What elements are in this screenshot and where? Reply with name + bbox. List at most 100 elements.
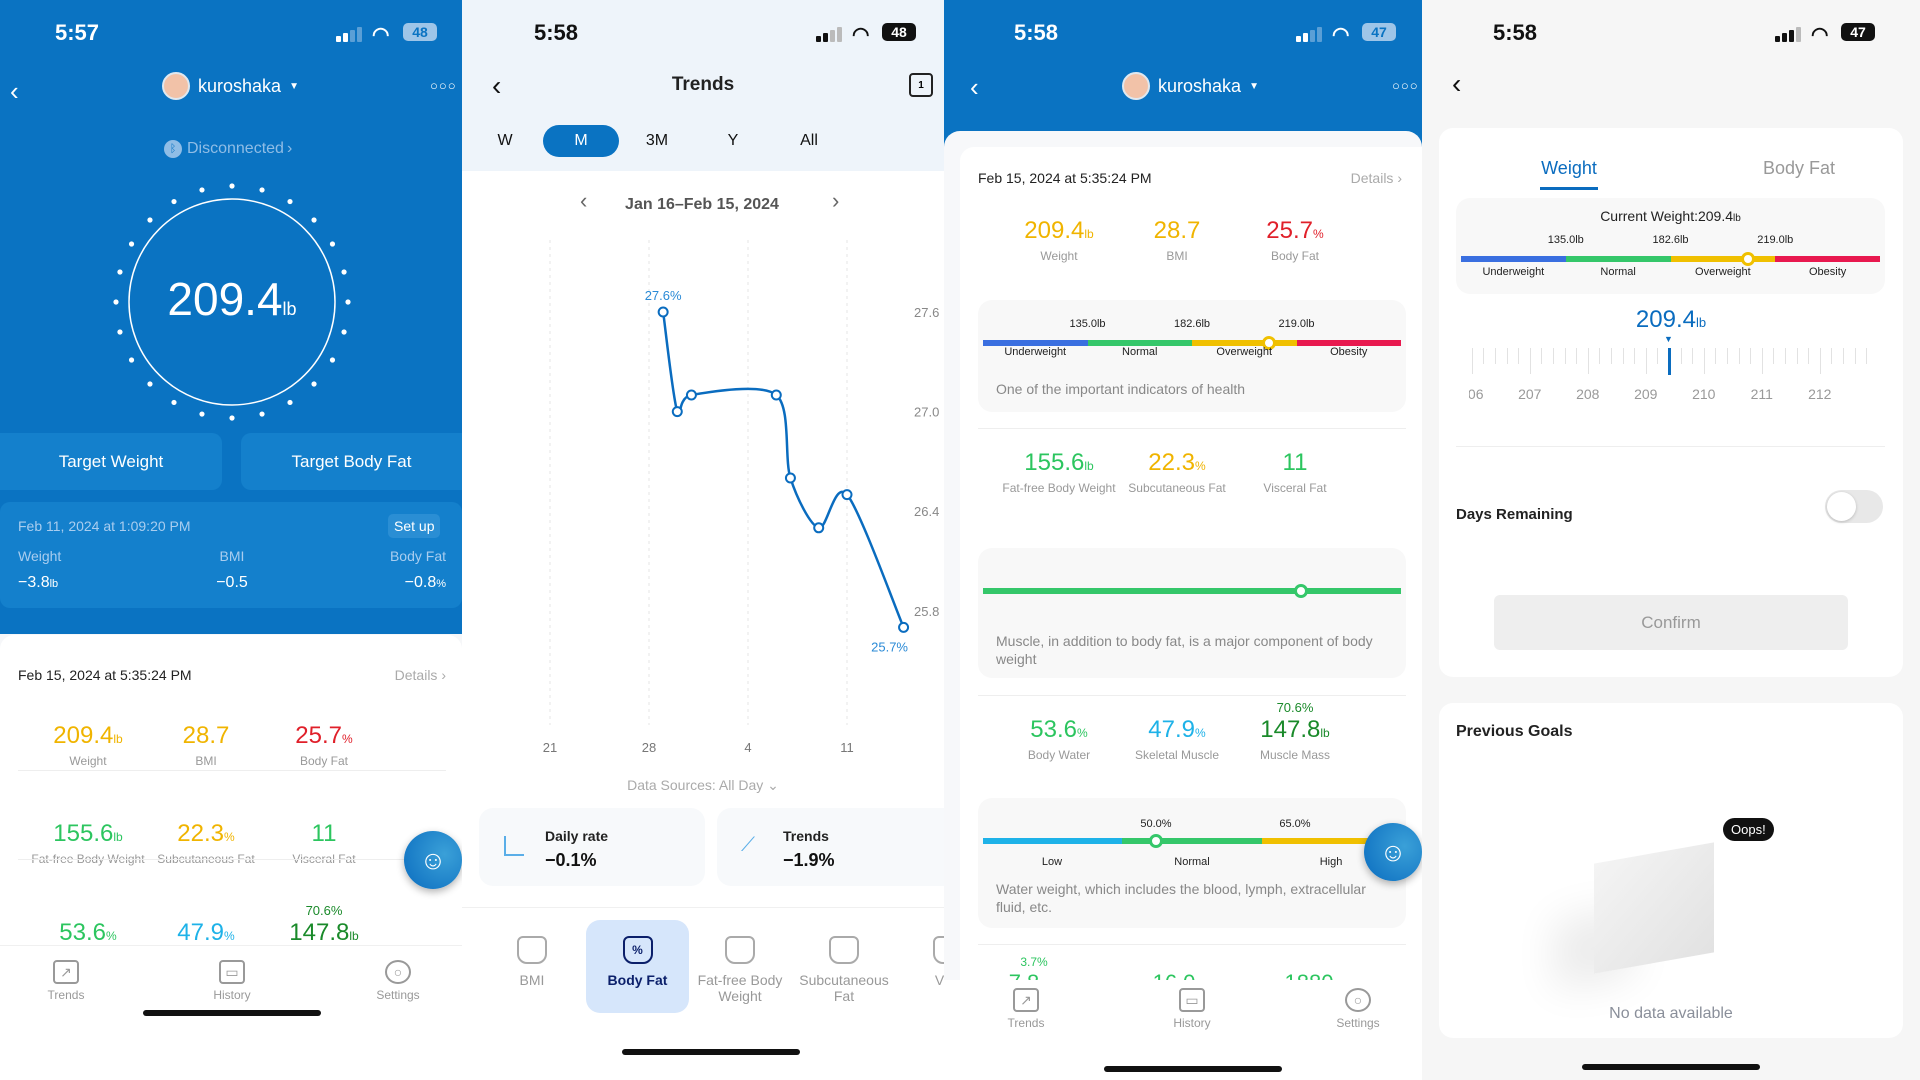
nav-settings[interactable]: ○ Settings	[348, 960, 448, 1002]
data-point[interactable]	[685, 389, 697, 401]
ruler-tick	[1483, 348, 1485, 364]
home-screen-1: 5:57 ◠ 48 ‹ kuroshaka ▼ ○○○ ᛒ Disconnect…	[0, 0, 462, 1080]
data-sources-dropdown[interactable]: Data Sources: All Day ⌄	[462, 777, 944, 794]
metric-body-fat[interactable]: 25.7% Body Fat	[254, 723, 394, 769]
trends-icon: ↗	[53, 960, 79, 984]
ruler-tick	[1843, 348, 1844, 364]
tab-weight[interactable]: Weight	[1509, 158, 1629, 190]
wifi-icon: ◠	[372, 24, 390, 46]
y-tick-label: 27.0	[914, 405, 939, 420]
scale-tick: 135.0lb	[1069, 318, 1106, 330]
settings-icon: ○	[385, 960, 411, 984]
battery-indicator: 47	[1841, 23, 1875, 41]
weight-range-bar	[1461, 256, 1880, 262]
metric-muscle-mass[interactable]: 70.6%147.8lbMuscle Mass	[1225, 700, 1365, 762]
scale-tick: 182.6lb	[1652, 234, 1689, 246]
data-point[interactable]	[784, 472, 796, 484]
data-point[interactable]	[657, 306, 669, 318]
empty-box-illustration	[1594, 842, 1714, 974]
wifi-icon: ◠	[1332, 24, 1350, 46]
dial-dot	[329, 357, 336, 363]
ruler-tick	[1796, 348, 1798, 364]
metric-tab-visc[interactable]: Visc	[898, 920, 944, 1013]
dial-dot	[128, 357, 135, 363]
bottom-nav: ↗ Trends ▭ History ○ Settings	[0, 945, 462, 1080]
ruler-tick	[1529, 348, 1531, 374]
user-switcher[interactable]: kuroshaka ▼	[162, 72, 299, 100]
settings-icon: ○	[1345, 988, 1371, 1012]
user-switcher[interactable]: kuroshaka ▼	[1122, 72, 1259, 100]
metric-tab-subcutaneous-fat[interactable]: Subcutaneous Fat	[794, 920, 894, 1013]
y-tick-label: 27.6	[914, 305, 939, 320]
target-weight-button[interactable]: Target Weight	[0, 433, 222, 490]
back-button[interactable]: ‹	[970, 72, 979, 103]
connection-status[interactable]: ᛒ Disconnected ›	[164, 140, 292, 158]
details-link[interactable]: Details ›	[1351, 170, 1402, 186]
ruler-tick	[1541, 348, 1543, 364]
goal-card: Weight Body Fat Current Weight:209.4lb 1…	[1439, 128, 1903, 677]
details-link[interactable]: Details ›	[395, 667, 446, 683]
trends-summary-card: ⟋ Trends −1.9%	[717, 808, 944, 886]
confirm-button[interactable]: Confirm	[1494, 595, 1848, 650]
nav-history[interactable]: ▭ History	[182, 960, 282, 1002]
goal-col-bmi: BMI −0.5	[216, 548, 248, 591]
current-weight-label: Current Weight:209.4lb	[1600, 208, 1741, 224]
status-time: 5:58	[1014, 20, 1059, 45]
ruler-indicator	[1668, 348, 1671, 375]
body-fat-trend-chart: 21 28 4 11 27.6 27.0 26.4 25.8 27.6% 25.7%	[543, 240, 939, 755]
assistant-bot-button[interactable]: ☺	[1364, 823, 1422, 881]
water-range-popup: 50.0% 65.0% Low Normal High Water weight…	[978, 798, 1406, 928]
record-date: Feb 15, 2024 at 5:35:24 PM	[18, 667, 192, 683]
tab-body-fat[interactable]: Body Fat	[1729, 158, 1869, 179]
battery-indicator: 47	[1362, 23, 1396, 41]
dial-dot	[229, 415, 235, 421]
nav-trends[interactable]: ↗ Trends	[976, 988, 1076, 1030]
more-icon[interactable]: ○○○	[1392, 78, 1419, 93]
ruler-label: 211	[1750, 386, 1773, 402]
metric-tab-body-fat[interactable]: % Body Fat	[586, 920, 689, 1013]
dial-dot	[117, 329, 123, 335]
goal-progress-card: Feb 11, 2024 at 1:09:20 PM Set up Weight…	[0, 502, 462, 608]
more-icon[interactable]: ○○○	[430, 78, 457, 93]
trends-screen: 5:58 ◠ 48 ‹ Trends 1 W M 3M Y All ‹ Jan 16–F…	[462, 0, 944, 1080]
user-name: kuroshaka	[1158, 75, 1242, 96]
data-point[interactable]	[898, 621, 910, 633]
nav-history[interactable]: ▭ History	[1142, 988, 1242, 1030]
caret-down-icon: ▼	[1249, 80, 1259, 92]
status-time: 5:57	[55, 20, 100, 45]
metric-tab-fat-free-body-weight[interactable]: Fat-free Body Weight	[690, 920, 790, 1013]
data-point[interactable]	[770, 389, 782, 401]
setup-button[interactable]: Set up	[388, 514, 441, 538]
data-point[interactable]	[813, 522, 825, 534]
y-tick-label: 26.4	[914, 504, 939, 519]
scale-label: Obesity	[1330, 346, 1368, 358]
dial-dot	[128, 241, 135, 247]
weight-ruler-slider[interactable]: 206 207 208 209 210 211 212	[1469, 348, 1869, 408]
assistant-bot-button[interactable]: ☺	[404, 831, 462, 889]
metric-tab-icon	[933, 936, 944, 964]
dial-dot	[147, 217, 153, 223]
nav-settings[interactable]: ○ Settings	[1308, 988, 1408, 1030]
goal-date: Feb 11, 2024 at 1:09:20 PM	[18, 518, 191, 534]
back-button[interactable]: ‹	[10, 76, 19, 107]
data-point[interactable]	[841, 489, 853, 501]
back-button[interactable]: ‹	[1452, 68, 1461, 100]
previous-goals-card: Previous Goals Oops! No data available	[1439, 703, 1903, 1038]
metric-visceral-fat[interactable]: 11 Visceral Fat	[1225, 450, 1365, 496]
ruler-label: 212	[1808, 386, 1832, 402]
days-remaining-toggle[interactable]	[1825, 490, 1883, 523]
dial-dot	[147, 381, 153, 387]
scale-tick: 182.6lb	[1173, 318, 1211, 330]
target-body-fat-button[interactable]: Target Body Fat	[241, 433, 462, 490]
nav-trends[interactable]: ↗ Trends	[16, 960, 116, 1002]
metric-tab-bmi[interactable]: BMI	[482, 920, 582, 1013]
avatar	[1122, 72, 1150, 100]
metric-tab-icon: %	[622, 936, 653, 964]
data-point[interactable]	[671, 406, 683, 418]
metric-body-fat[interactable]: 25.7% Body Fat	[1225, 218, 1365, 264]
ruler-tick	[1773, 348, 1775, 364]
dial-dot	[341, 329, 347, 335]
ruler-tick	[1703, 348, 1705, 374]
wifi-icon: ◠	[1811, 24, 1829, 46]
muscle-range-bar	[983, 588, 1401, 594]
